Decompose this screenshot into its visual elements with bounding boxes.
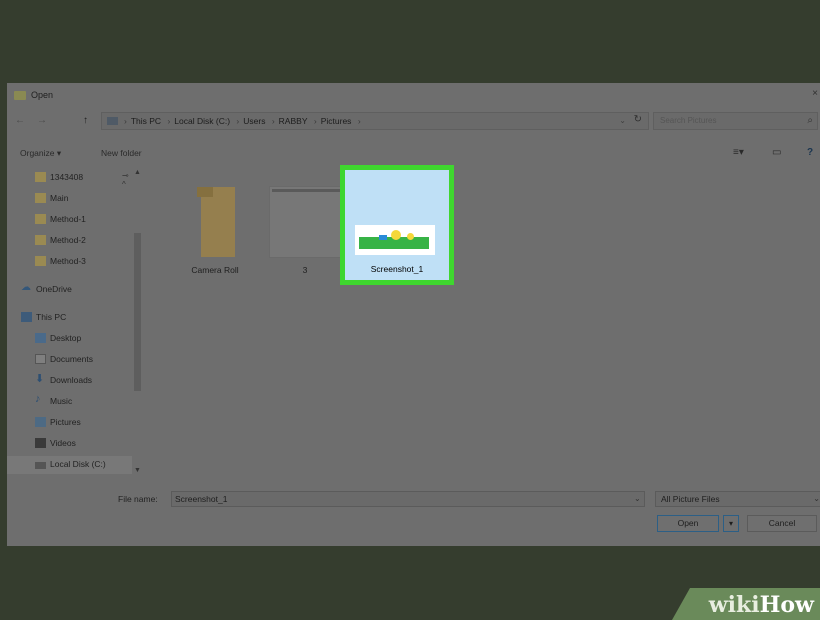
open-dropdown-button[interactable]: ▾	[723, 515, 739, 532]
image-thumbnail	[355, 225, 435, 255]
pin-icon[interactable]: ⊸ ^	[122, 171, 132, 189]
navigation-pane: 1343408 ⊸ ^ Main Method-1 Method-2 Metho…	[7, 165, 142, 477]
breadcrumb-item[interactable]: This PC	[131, 116, 161, 126]
file-name-bar: File name: Screenshot_1 ⌄ All Picture Fi…	[7, 477, 820, 546]
scroll-up-icon[interactable]: ▲	[134, 169, 141, 176]
sidebar-item-desktop[interactable]: Desktop	[17, 330, 132, 348]
open-button[interactable]: Open	[657, 515, 719, 532]
download-icon: ⬇	[35, 373, 45, 385]
refresh-icon[interactable]: ↻	[634, 114, 642, 125]
sidebar-item-videos[interactable]: Videos	[17, 435, 132, 453]
video-icon	[35, 438, 46, 448]
organize-button[interactable]: Organize ▾	[20, 148, 61, 159]
file-item-screenshot-1[interactable]: Screenshot_1	[340, 165, 454, 285]
up-arrow-icon[interactable]: ↑	[83, 115, 88, 126]
view-options-icon[interactable]: ≡▾	[733, 147, 744, 158]
sidebar-item-local-disk[interactable]: Local Disk (C:)	[7, 456, 132, 474]
file-type-value: All Picture Files	[661, 494, 720, 504]
dialog-title: Open	[31, 90, 54, 100]
monitor-icon	[21, 312, 32, 322]
sidebar-item-documents[interactable]: Documents	[17, 351, 132, 369]
sidebar-item-label: Main	[50, 193, 69, 203]
folder-icon	[35, 235, 46, 245]
scroll-down-icon[interactable]: ▼	[134, 467, 141, 474]
chevron-down-icon[interactable]: ⌄	[619, 116, 626, 125]
breadcrumb-item[interactable]: Pictures	[321, 116, 352, 126]
forward-icon[interactable]: →	[37, 115, 47, 126]
file-name: Screenshot_1	[370, 264, 424, 274]
search-input[interactable]: Search Pictures ⌕	[653, 112, 818, 130]
address-bar[interactable]: › This PC › Local Disk (C:) › Users › RABBY …	[101, 112, 649, 130]
cloud-icon: ☁	[21, 282, 31, 293]
help-icon[interactable]: ?	[807, 147, 813, 158]
sidebar-item-label: Pictures	[50, 417, 81, 427]
breadcrumb-item[interactable]: RABBY	[279, 116, 308, 126]
chevron-down-icon: ⌄	[813, 494, 820, 503]
sidebar-item-label: Videos	[50, 438, 76, 448]
file-list: Camera Roll 3	[147, 165, 820, 477]
logo-wiki-text: wiki	[708, 592, 760, 618]
cancel-button[interactable]: Cancel	[747, 515, 817, 532]
file-name-value: Screenshot_1	[175, 494, 228, 504]
pictures-icon	[35, 417, 46, 427]
sidebar-item-method-1[interactable]: Method-1	[17, 211, 132, 229]
sidebar-item-1343408[interactable]: 1343408 ⊸ ^	[17, 169, 132, 189]
file-type-select[interactable]: All Picture Files ⌄	[655, 491, 820, 507]
sidebar-item-music[interactable]: ♪ Music	[17, 393, 132, 411]
scrollbar-thumb[interactable]	[134, 233, 141, 391]
sidebar-item-label: This PC	[36, 312, 67, 322]
breadcrumb: › This PC › Local Disk (C:) › Users › RABBY …	[124, 116, 361, 126]
folder-icon	[14, 91, 26, 100]
folder-icon	[35, 214, 46, 224]
sidebar-item-downloads[interactable]: ⬇ Downloads	[17, 372, 132, 390]
sidebar-item-this-pc[interactable]: This PC	[17, 309, 132, 327]
folder-icon	[197, 187, 235, 257]
logo-how-text: How	[759, 592, 814, 618]
breadcrumb-item[interactable]: Local Disk (C:)	[174, 116, 230, 126]
folder-icon	[35, 193, 46, 203]
sidebar-item-pictures[interactable]: Pictures	[17, 414, 132, 432]
file-name-label: File name:	[118, 494, 158, 504]
disk-icon	[35, 462, 46, 469]
sidebar-item-method-3[interactable]: Method-3	[17, 253, 132, 271]
search-placeholder: Search Pictures	[660, 116, 717, 125]
sidebar-item-main[interactable]: Main	[17, 190, 132, 208]
sidebar-item-label: OneDrive	[36, 284, 72, 294]
computer-icon	[107, 117, 118, 125]
file-name: 3	[302, 265, 308, 275]
image-thumbnail	[269, 186, 347, 258]
file-item-3[interactable]: 3	[259, 171, 351, 281]
back-icon[interactable]: ←	[15, 115, 25, 126]
address-row: ← → ↑ › This PC › Local Disk (C:) › Users ›…	[7, 111, 820, 133]
documents-icon	[35, 354, 46, 364]
sidebar-item-label: Method-1	[50, 214, 86, 224]
title-bar: Open ×	[7, 83, 820, 107]
new-folder-button[interactable]: New folder	[101, 148, 142, 158]
sidebar-item-label: Method-3	[50, 256, 86, 266]
sidebar-item-label: 1343408	[50, 172, 84, 182]
sidebar-item-onedrive[interactable]: ☁ OneDrive	[17, 281, 132, 299]
sidebar-item-method-2[interactable]: Method-2	[17, 232, 132, 250]
close-icon[interactable]: ×	[812, 88, 818, 99]
sidebar-item-label: Desktop	[50, 333, 82, 343]
file-name-field[interactable]: Screenshot_1	[171, 491, 645, 507]
search-icon[interactable]: ⌕	[807, 115, 813, 126]
wikihow-logo: wikiHow	[672, 588, 820, 620]
chevron-down-icon[interactable]: ⌄	[634, 494, 641, 503]
music-icon: ♪	[35, 393, 41, 405]
file-item-camera-roll[interactable]: Camera Roll	[169, 171, 261, 281]
sidebar-item-label: Local Disk (C:)	[50, 459, 106, 469]
sidebar-item-label: Downloads	[50, 375, 93, 385]
open-file-dialog: Open × ← → ↑ › This PC › Local Disk (C:) ›…	[7, 83, 820, 546]
sidebar-item-label: Method-2	[50, 235, 86, 245]
desktop-icon	[35, 333, 46, 343]
breadcrumb-item[interactable]: Users	[243, 116, 265, 126]
file-name: Camera Roll	[191, 265, 239, 275]
preview-pane-icon[interactable]: ▭	[772, 147, 781, 158]
folder-icon	[35, 172, 46, 182]
sidebar-item-label: Music	[50, 396, 73, 406]
sidebar-item-label: Documents	[50, 354, 93, 364]
command-toolbar: Organize ▾ New folder ≡▾ ▭ ?	[7, 143, 820, 165]
folder-icon	[35, 256, 46, 266]
